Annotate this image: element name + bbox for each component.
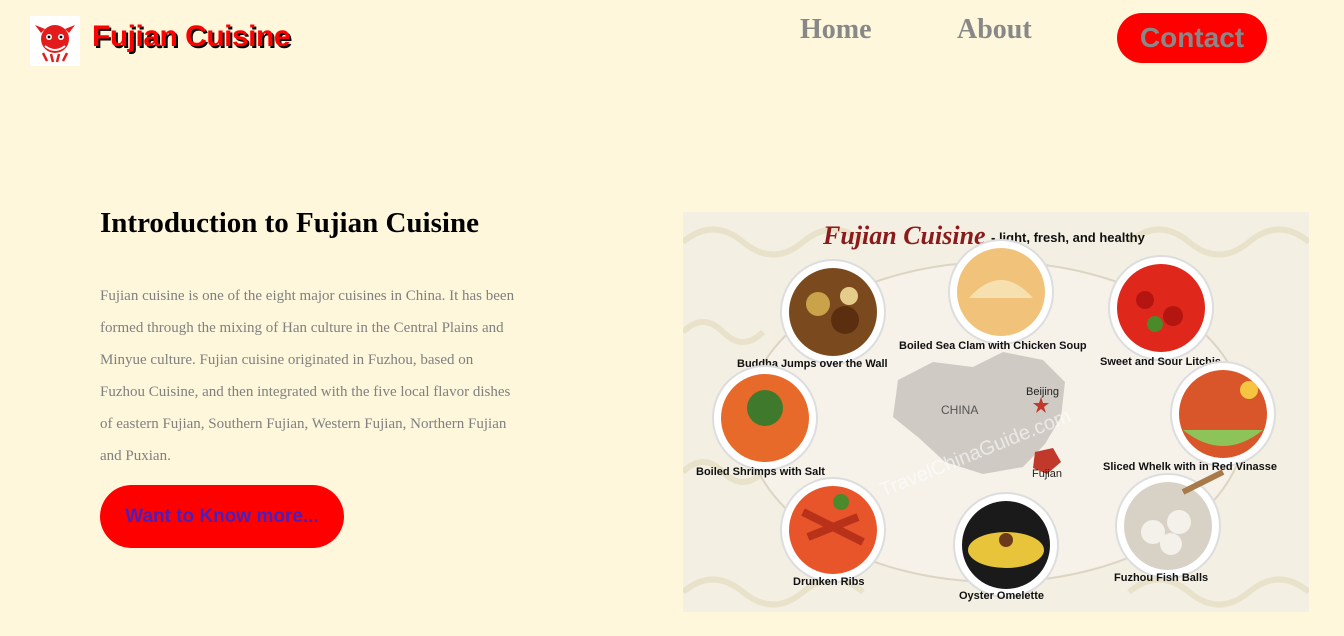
dish-label: Sliced Whelk with in Red Vinasse — [1103, 461, 1277, 473]
dish-label: Boiled Shrimps with Salt — [696, 466, 825, 478]
dish-ribs — [780, 477, 886, 583]
dish-oyster-omelette — [953, 492, 1059, 598]
dish-label: Boiled Sea Clam with Chicken Soup — [899, 340, 1087, 352]
dish-litchis — [1108, 255, 1214, 361]
fujian-cuisine-infographic: CHINA Beijing Fujian TravelChinaGuide.co… — [683, 212, 1309, 612]
dish-sea-clam — [948, 239, 1054, 345]
map-province-label: Fujian — [1032, 468, 1062, 480]
dish-label: Fuzhou Fish Balls — [1114, 572, 1208, 584]
brand-title: Fujian Cuisine — [92, 20, 291, 53]
dish-shrimps — [712, 365, 818, 471]
logo[interactable] — [30, 16, 80, 66]
dish-buddha-jumps — [780, 259, 886, 365]
nav-contact-button[interactable]: Contact — [1117, 13, 1267, 63]
graphic-script-title: Fujian Cuisine — [822, 221, 986, 250]
nav-home-link[interactable]: Home — [800, 14, 872, 46]
dish-label: Oyster Omelette — [959, 590, 1044, 602]
intro-paragraph: Fujian cuisine is one of the eight major… — [100, 288, 515, 464]
intro-title: Introduction to Fujian Cuisine — [100, 207, 479, 239]
map-capital-label: Beijing — [1026, 386, 1059, 398]
dish-whelk — [1170, 361, 1276, 467]
know-more-button[interactable]: Want to Know more... — [100, 485, 344, 548]
map-country-label: CHINA — [941, 403, 978, 417]
dish-label: Drunken Ribs — [793, 576, 865, 588]
nav-about-link[interactable]: About — [957, 14, 1032, 46]
dragon-logo-icon — [35, 25, 75, 63]
